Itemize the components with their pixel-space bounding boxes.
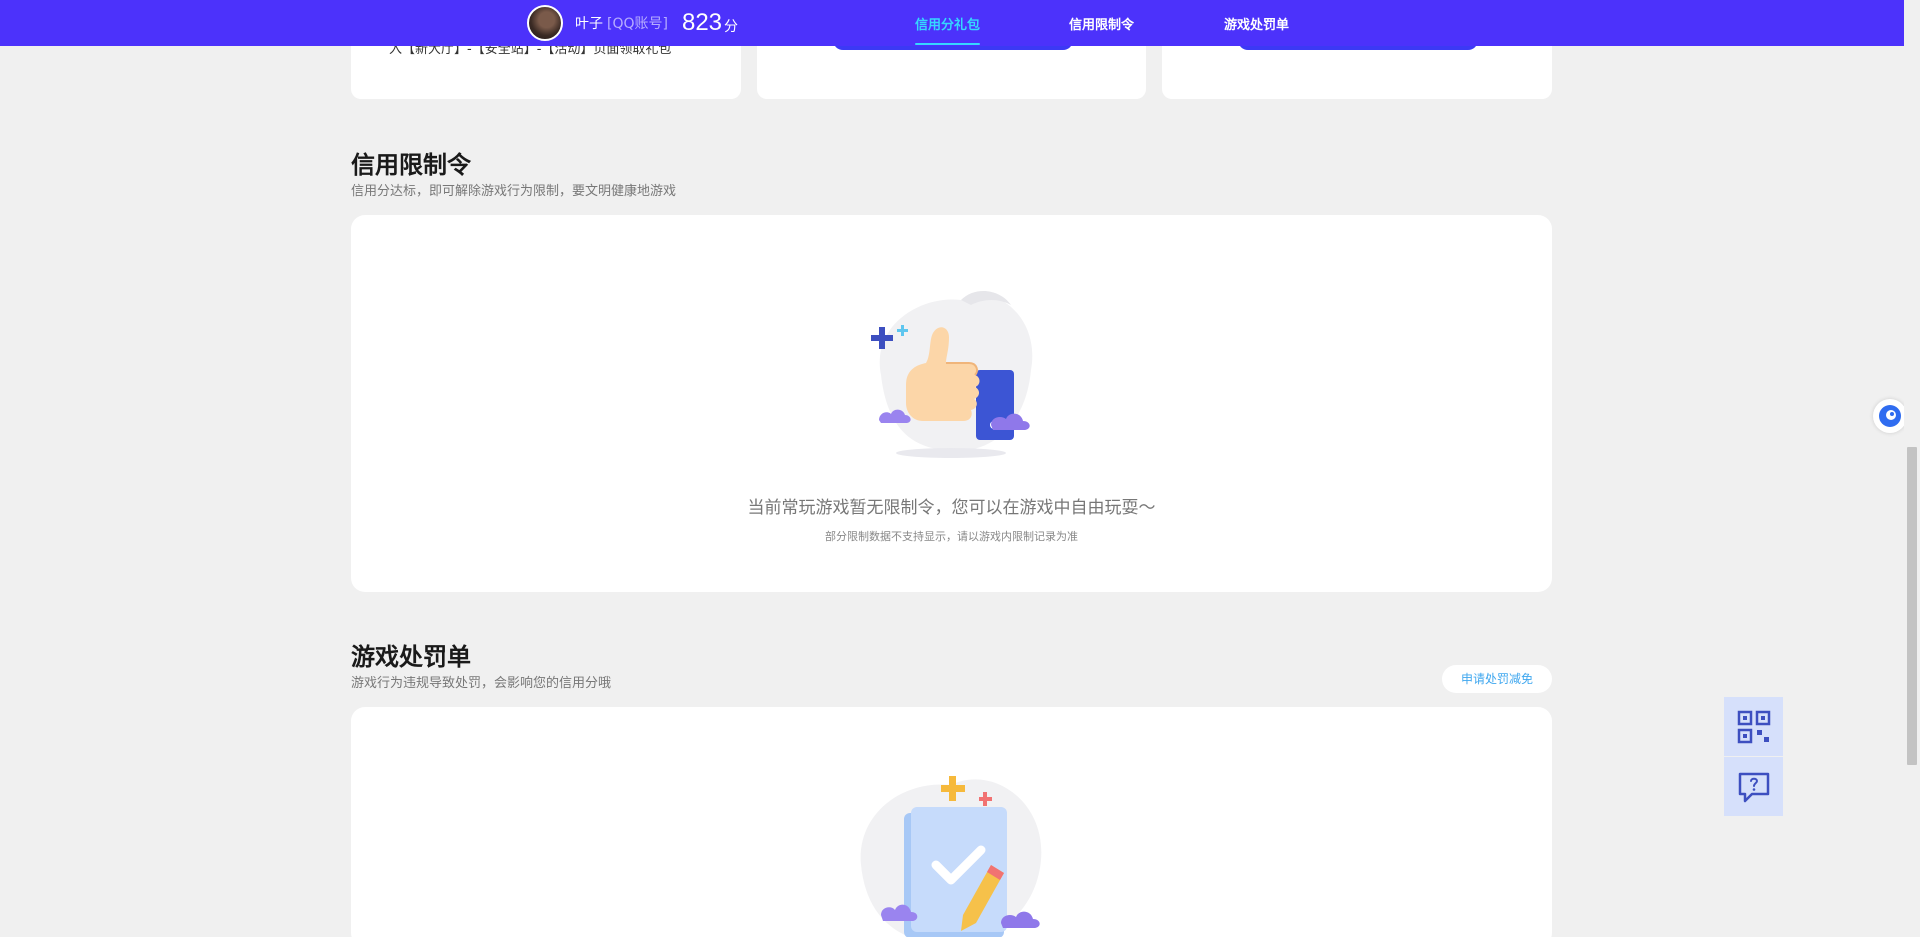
score-unit: 分 bbox=[724, 19, 739, 35]
qrcode-icon bbox=[1737, 710, 1770, 743]
restriction-empty-message: 当前常玩游戏暂无限制令，您可以在游戏中自由玩耍～ bbox=[747, 498, 1156, 518]
restriction-panel: 当前常玩游戏暂无限制令，您可以在游戏中自由玩耍～ 部分限制数据不支持显示，请以游… bbox=[351, 215, 1552, 592]
floating-assistant-button[interactable] bbox=[1873, 399, 1907, 433]
tab-credit-restriction[interactable]: 信用限制令 bbox=[1069, 0, 1134, 46]
qrcode-button[interactable] bbox=[1724, 697, 1783, 756]
restriction-empty-note: 部分限制数据不支持显示，请以游戏内限制记录为准 bbox=[825, 530, 1078, 543]
credit-score: 823 bbox=[681, 9, 723, 36]
user-info: 叶子 [QQ账号] 823 分 bbox=[527, 5, 738, 41]
restriction-title: 信用限制令 bbox=[351, 151, 471, 179]
account-type: [QQ账号] bbox=[607, 16, 668, 32]
restriction-subtitle: 信用分达标，即可解除游戏行为限制，要文明健康地游戏 bbox=[351, 184, 677, 199]
checklist-illustration-icon bbox=[860, 776, 1042, 937]
assistant-icon bbox=[1879, 405, 1901, 427]
help-chat-icon bbox=[1738, 772, 1769, 802]
penalty-subtitle: 游戏行为违规导致处罚，会影响您的信用分哦 bbox=[351, 676, 612, 691]
apply-penalty-reduction-button[interactable]: 申请处罚减免 bbox=[1442, 665, 1552, 693]
tab-credit-gift[interactable]: 信用分礼包 bbox=[915, 0, 981, 46]
penalty-title: 游戏处罚单 bbox=[351, 643, 471, 671]
thumbs-up-illustration-icon bbox=[871, 290, 1033, 458]
penalty-panel bbox=[351, 707, 1552, 937]
top-nav-bar: 叶子 [QQ账号] 823 分 信用分礼包 信用限制令 游戏处罚单 bbox=[0, 0, 1904, 46]
scrollbar-thumb[interactable] bbox=[1907, 447, 1917, 765]
tab-game-penalty[interactable]: 游戏处罚单 bbox=[1224, 0, 1289, 46]
feedback-button[interactable] bbox=[1724, 757, 1783, 816]
user-name: 叶子 bbox=[575, 16, 603, 32]
avatar[interactable] bbox=[527, 5, 563, 41]
